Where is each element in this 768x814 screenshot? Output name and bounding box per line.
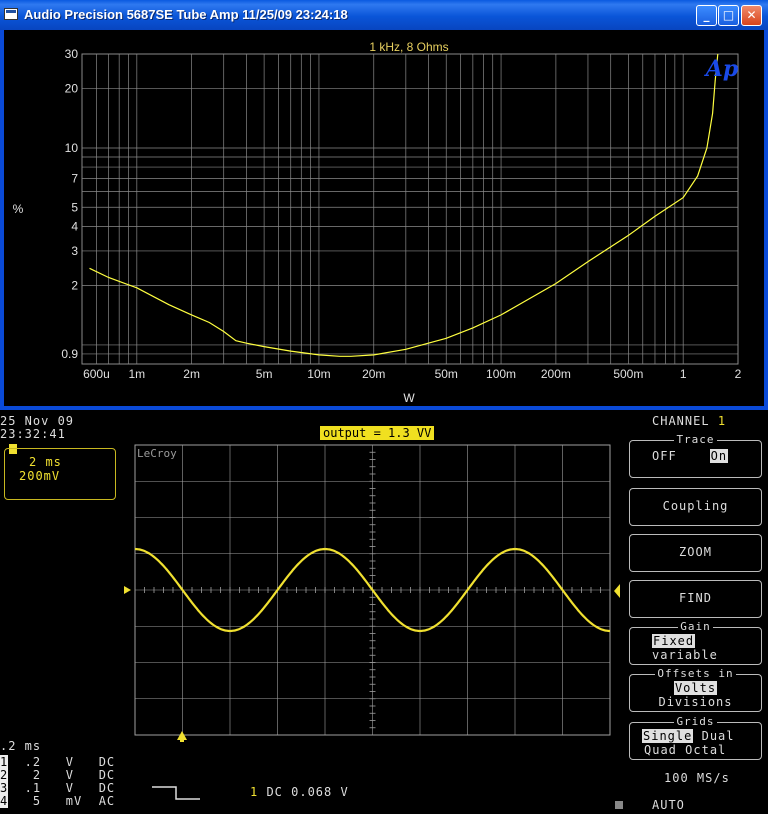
grid-octal-option[interactable]: Octal xyxy=(685,743,726,757)
x-tick-label: 200m xyxy=(541,367,571,381)
y-tick-labels: 0.9 2 3 4 5 7 10 20 30 xyxy=(61,47,78,361)
gain-title: Gain xyxy=(678,620,713,633)
lecroy-logo: LeCroy xyxy=(137,447,177,460)
plot-border xyxy=(81,53,739,365)
timebase-box[interactable]: 2 ms 200mV xyxy=(4,448,116,500)
gain-menu-button[interactable]: Gain Fixed variable xyxy=(629,620,762,665)
menu-heading: CHANNEL 1 xyxy=(652,414,727,428)
x-axis-label: W xyxy=(403,391,415,405)
trace-options: OFF On xyxy=(652,449,729,463)
grid-single-option[interactable]: Single xyxy=(642,729,694,743)
channel-number: 4 xyxy=(0,794,9,808)
x-tick-labels: 600u 1m 2m 5m 10m 20m 50m 100m 200m 500m 1 2 xyxy=(83,367,742,381)
grids-title: Grids xyxy=(674,715,717,728)
x-tick-label: 5m xyxy=(256,367,273,381)
x-tick-label: 100m xyxy=(486,367,516,381)
right-level-marker-icon xyxy=(614,584,620,598)
channel-settings: 2 V DC xyxy=(8,768,116,782)
window-title: Audio Precision 5687SE Tube Amp 11/25/09… xyxy=(24,7,348,22)
offsets-title: Offsets in xyxy=(655,667,736,680)
trigger-edge-icon xyxy=(152,786,200,800)
y-tick-label: 3 xyxy=(71,244,78,258)
minimize-button[interactable]: _ xyxy=(696,5,717,26)
channel-settings: 5 mV AC xyxy=(8,794,116,808)
channel-number: 2 xyxy=(0,768,9,782)
x-tick-label: 500m xyxy=(613,367,643,381)
offsets-volts-option[interactable]: Volts xyxy=(630,681,761,695)
timebase-value: 2 ms xyxy=(29,455,62,469)
volts-per-div-value: 200mV xyxy=(19,469,61,483)
grids-row-2: Quad Octal xyxy=(644,743,768,757)
trigger-mode: AUTO xyxy=(652,798,685,812)
oscilloscope-screen: 25 Nov 09 23:32:41 2 ms 200mV output = 1… xyxy=(0,412,768,814)
x-tick-label: 2m xyxy=(183,367,200,381)
y-tick-label: 2 xyxy=(71,279,78,293)
channel-row-2[interactable]: 2 2 V DC xyxy=(0,768,115,782)
x-tick-label: 10m xyxy=(307,367,330,381)
grids-menu-button[interactable]: Grids Single Dual Quad Octal xyxy=(629,715,762,760)
window-title-bar[interactable]: Audio Precision 5687SE Tube Amp 11/25/09… xyxy=(0,0,768,30)
x-tick-label: 600u xyxy=(83,367,110,381)
sample-rate: 100 MS/s xyxy=(664,771,730,785)
scope-date: 25 Nov 09 xyxy=(0,414,75,428)
thd-plot-panel: 600u 1m 2m 5m 10m 20m 50m 100m 200m 500m 1 2 0.9 2 3 4… xyxy=(4,30,764,406)
channel-number: 1 xyxy=(0,755,9,769)
channel-row-4[interactable]: 4 5 mV AC xyxy=(0,794,115,808)
cursor-time: .2 ms xyxy=(0,739,42,753)
grids-row-1: Single Dual xyxy=(642,729,768,743)
trigger-readout: 1 DC 0.068 V xyxy=(250,785,349,799)
chart-grid xyxy=(81,53,739,365)
gain-variable-option[interactable]: variable xyxy=(652,648,768,662)
channel-row-1[interactable]: 1 .2 V DC xyxy=(0,755,115,769)
y-tick-label: 10 xyxy=(65,141,79,155)
x-tick-label: 50m xyxy=(435,367,458,381)
find-label: FIND xyxy=(679,591,712,605)
y-tick-label: 4 xyxy=(71,219,78,233)
close-button[interactable]: ✕ xyxy=(741,5,762,26)
thd-vs-power-chart: 600u 1m 2m 5m 10m 20m 50m 100m 200m 500m 1 2 0.9 2 3 4… xyxy=(13,40,742,405)
menu-heading-channel: 1 xyxy=(717,414,727,428)
y-tick-label: 5 xyxy=(71,200,78,214)
scope-time: 23:32:41 xyxy=(0,427,66,441)
channel-number: 3 xyxy=(0,781,9,795)
zoom-label: ZOOM xyxy=(679,545,712,559)
coupling-menu-button[interactable]: Coupling xyxy=(629,488,762,526)
scope-waveform-display: LeCroy xyxy=(124,444,620,742)
y-tick-label: 7 xyxy=(71,171,78,185)
acquisition-status-icon xyxy=(615,801,623,809)
y-tick-label: 0.9 xyxy=(61,347,78,361)
y-tick-label: 30 xyxy=(65,47,79,61)
trace-on-option[interactable]: On xyxy=(709,449,729,463)
zoom-menu-button[interactable]: ZOOM xyxy=(629,534,762,572)
output-readout: output = 1.3 VV xyxy=(320,426,435,440)
y-tick-label: 20 xyxy=(65,82,79,96)
app-window-icon[interactable] xyxy=(4,8,18,20)
coupling-label: Coupling xyxy=(662,499,729,513)
x-tick-label: 1 xyxy=(680,367,687,381)
chart-title: 1 kHz, 8 Ohms xyxy=(369,40,448,54)
gain-fixed-option[interactable]: Fixed xyxy=(652,634,768,648)
offsets-menu-button[interactable]: Offsets in Volts Divisions xyxy=(629,667,762,712)
x-tick-label: 2 xyxy=(735,367,742,381)
trace-title: Trace xyxy=(674,433,717,446)
find-menu-button[interactable]: FIND xyxy=(629,580,762,618)
bottom-trigger-stem xyxy=(180,738,184,742)
x-tick-label: 1m xyxy=(128,367,145,381)
channel-settings: .1 V DC xyxy=(8,781,116,795)
grid-quad-option[interactable]: Quad xyxy=(644,743,677,757)
thd-trace-line xyxy=(89,53,719,357)
left-trigger-marker-icon xyxy=(124,586,131,594)
y-axis-label: % xyxy=(13,202,24,216)
maximize-button[interactable]: □ xyxy=(718,5,739,26)
trace-menu-button[interactable]: Trace OFF On xyxy=(629,433,762,478)
channel-row-3[interactable]: 3 .1 V DC xyxy=(0,781,115,795)
channel-settings: .2 V DC xyxy=(8,755,116,769)
offsets-divisions-option[interactable]: Divisions xyxy=(630,695,761,709)
grid-dual-option[interactable]: Dual xyxy=(702,729,735,743)
trigger-channel: 1 xyxy=(250,785,259,799)
x-tick-label: 20m xyxy=(362,367,385,381)
ap-logo: Ap xyxy=(704,56,739,82)
